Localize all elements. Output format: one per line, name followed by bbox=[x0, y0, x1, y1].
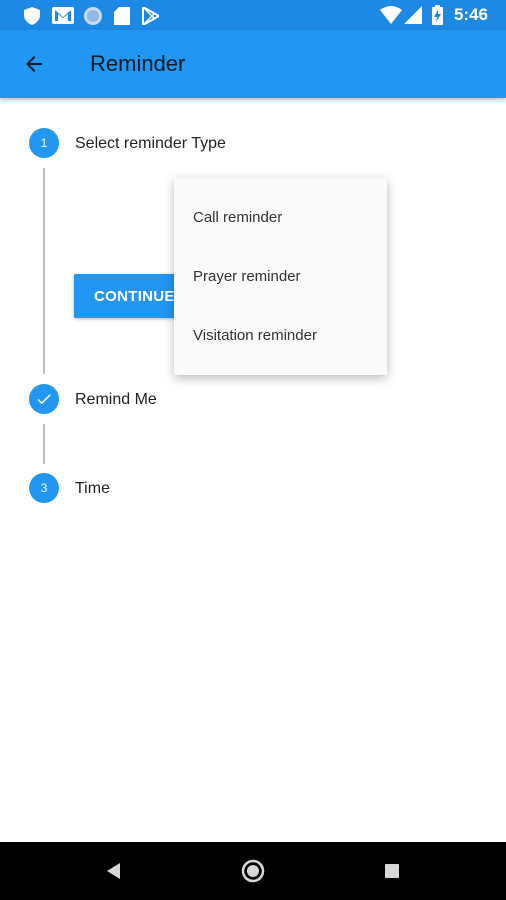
back-triangle-icon bbox=[107, 863, 120, 879]
step-2-label[interactable]: Remind Me bbox=[75, 391, 157, 409]
step-connector bbox=[43, 424, 45, 464]
circle-app-icon bbox=[84, 7, 102, 25]
step-1-label[interactable]: Select reminder Type bbox=[75, 135, 226, 153]
cell-signal-icon bbox=[404, 6, 422, 24]
check-icon bbox=[37, 394, 51, 405]
menu-item-call-reminder[interactable]: Call reminder bbox=[174, 188, 387, 247]
wifi-icon bbox=[380, 6, 402, 24]
nav-back-button[interactable] bbox=[74, 842, 154, 900]
home-circle-icon bbox=[241, 859, 265, 883]
step-1-number: 1 bbox=[40, 136, 48, 150]
status-bar: 5:46 bbox=[0, 0, 506, 30]
step-1-marker[interactable]: 1 bbox=[29, 128, 59, 158]
recents-square-icon bbox=[385, 864, 399, 878]
page-title: Reminder bbox=[90, 51, 186, 76]
step-2-marker[interactable] bbox=[29, 384, 59, 414]
sd-card-icon bbox=[114, 7, 130, 25]
gmail-icon bbox=[52, 7, 74, 24]
step-3-marker[interactable]: 3 bbox=[29, 473, 59, 503]
shield-icon bbox=[24, 7, 40, 25]
arrow-back-icon bbox=[26, 56, 42, 72]
status-time: 5:46 bbox=[453, 5, 488, 24]
navigation-bar bbox=[0, 842, 506, 900]
step-3-label[interactable]: Time bbox=[75, 480, 110, 498]
app-bar: Reminder bbox=[0, 30, 506, 98]
step-connector bbox=[43, 168, 45, 374]
menu-item-visitation-reminder[interactable]: Visitation reminder bbox=[174, 306, 387, 365]
menu-item-prayer-reminder[interactable]: Prayer reminder bbox=[174, 247, 387, 306]
play-store-icon bbox=[142, 7, 159, 25]
nav-home-button[interactable] bbox=[213, 842, 293, 900]
reminder-type-menu: Call reminder Prayer reminder Visitation… bbox=[174, 178, 387, 375]
nav-recents-button[interactable] bbox=[352, 842, 432, 900]
back-button[interactable] bbox=[14, 44, 54, 84]
step-3-number: 3 bbox=[40, 481, 48, 495]
battery-charging-icon bbox=[432, 5, 443, 25]
